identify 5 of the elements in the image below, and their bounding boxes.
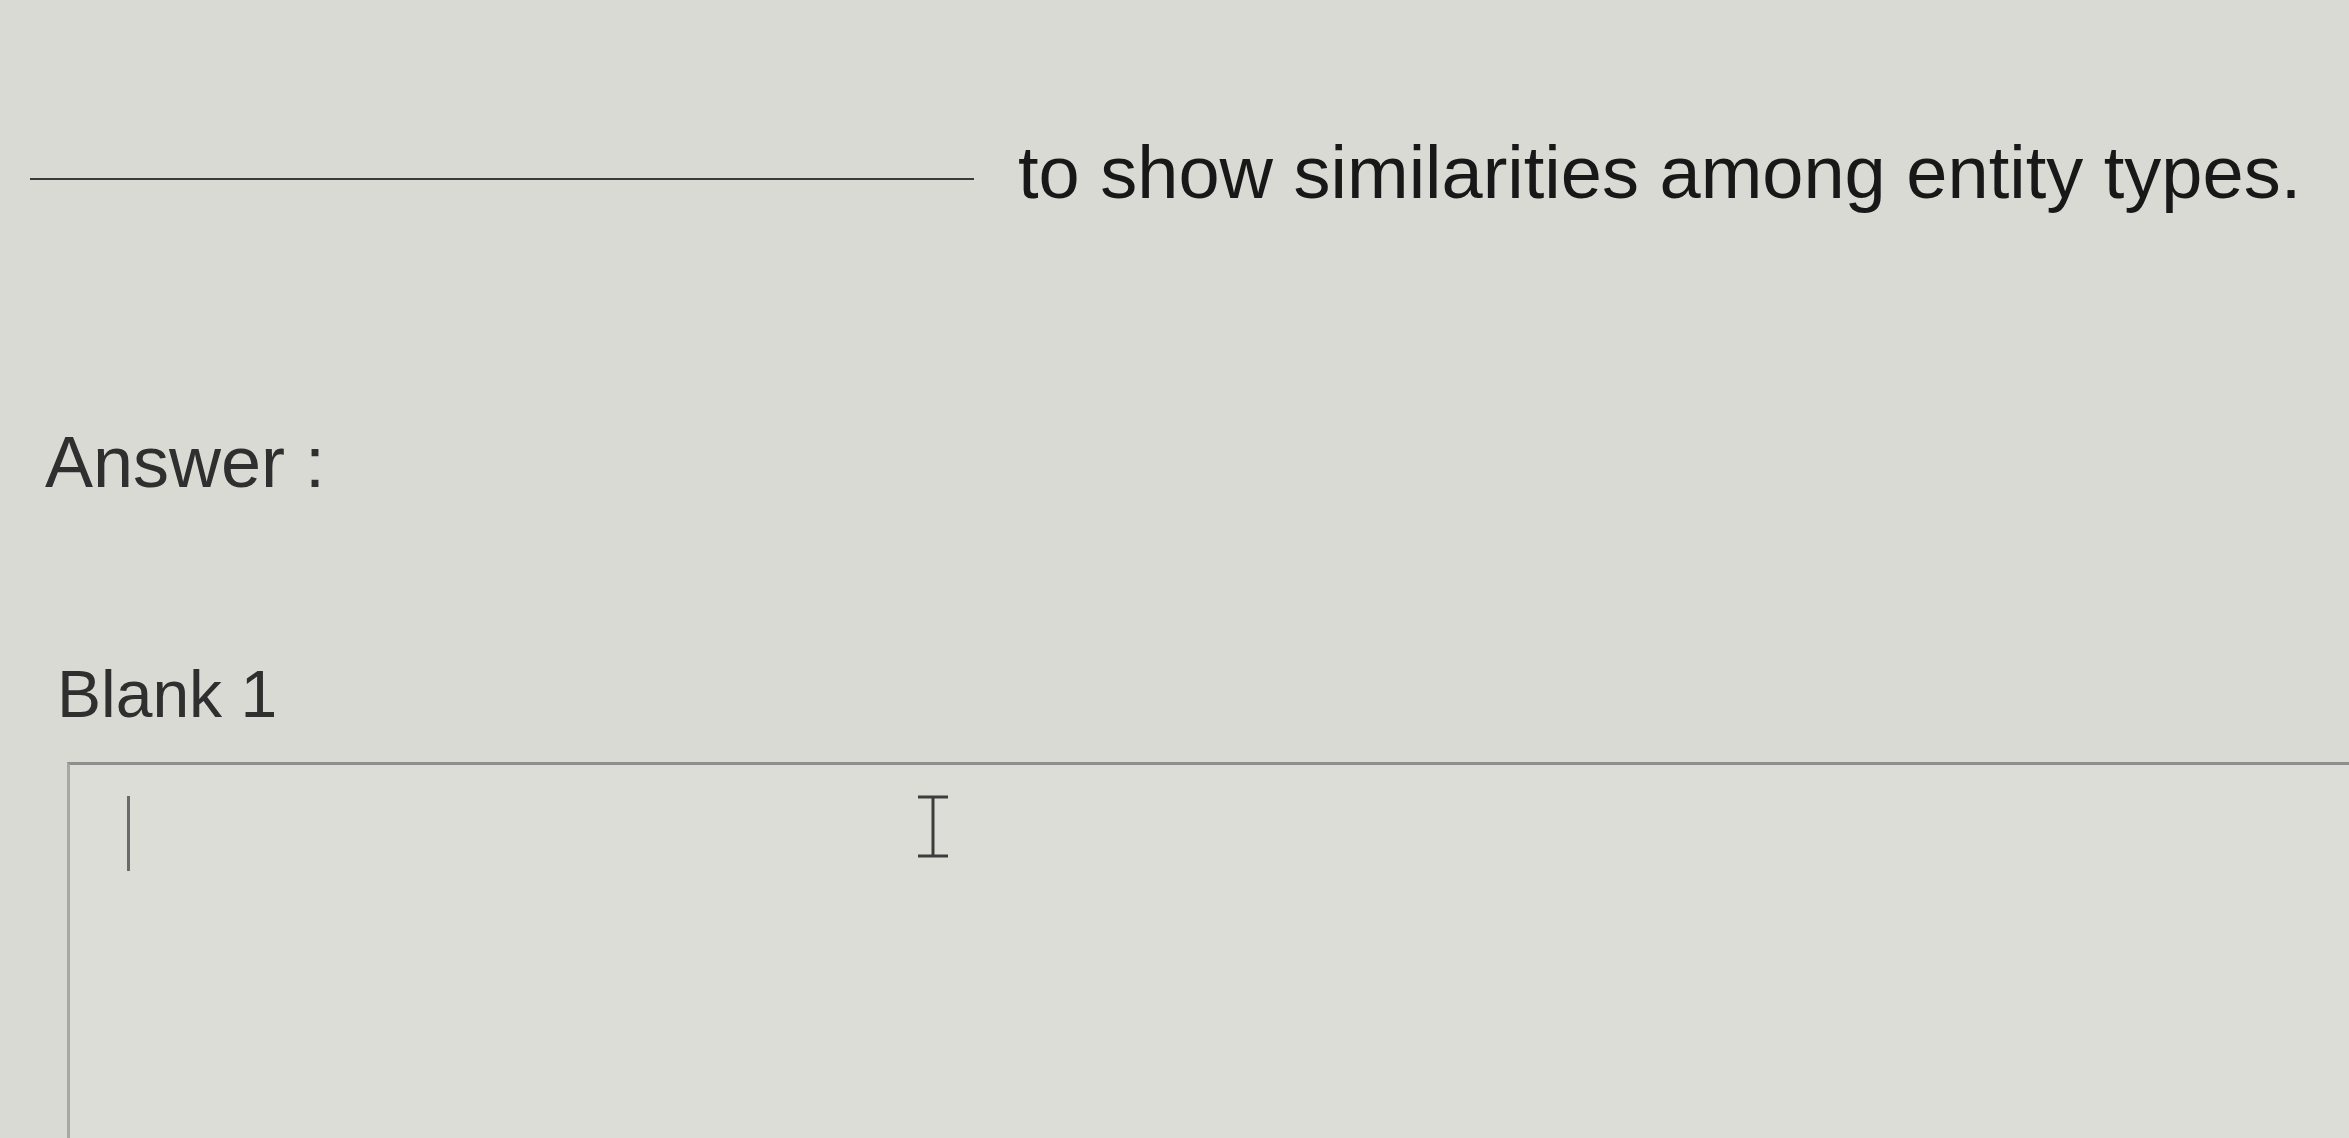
question-text: to show similarities among entity types. xyxy=(1018,134,2302,212)
text-cursor-icon xyxy=(917,794,949,858)
answer-label: Answer : xyxy=(45,424,326,501)
blank-label: Blank 1 xyxy=(57,660,278,730)
answer-box[interactable] xyxy=(67,761,2349,1138)
